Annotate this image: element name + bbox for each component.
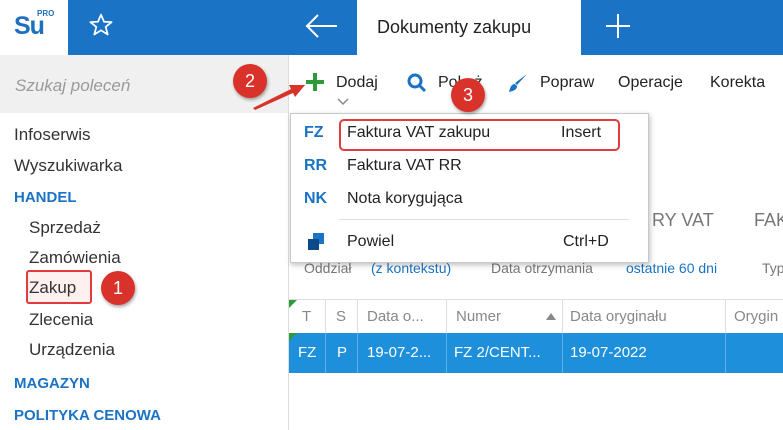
cell-number: FZ 2/CENT... — [454, 344, 541, 361]
tab-faktury[interactable]: FAK — [754, 210, 783, 231]
menu-item-nota-korygujaca[interactable]: NK Nota korygująca — [291, 185, 648, 215]
new-tab-plus-icon[interactable] — [604, 12, 632, 40]
logo-sup: PRO — [37, 9, 55, 18]
cell-orig-date: 19-07-2022 — [570, 344, 647, 361]
step-badge-3: 3 — [451, 78, 485, 112]
app-logo[interactable]: Su PRO — [0, 0, 68, 55]
menu-item-faktura-vat-rr[interactable]: RR Faktura VAT RR — [291, 152, 648, 182]
column-header-s[interactable]: S — [336, 308, 346, 325]
menu-code-nk: NK — [304, 190, 328, 207]
column-header-orig-date[interactable]: Data oryginału — [570, 308, 667, 325]
cell-type: FZ — [298, 344, 317, 361]
cell-date: 19-07-2... — [367, 344, 432, 361]
sidebar-item-infoserwis[interactable]: Infoserwis — [14, 125, 91, 145]
tab-dokumenty-zakupu[interactable]: Dokumenty zakupu — [357, 0, 581, 55]
menu-item-highlight — [339, 119, 620, 151]
column-header-number[interactable]: Numer — [456, 308, 501, 325]
filter-type-label: Typ — [762, 260, 783, 276]
sidebar-item-sprzedaz[interactable]: Sprzedaż — [29, 218, 101, 238]
sidebar: Szukaj poleceń — [0, 55, 289, 430]
menu-label-rr: Faktura VAT RR — [347, 157, 462, 174]
sidebar-item-zakup[interactable]: Zakup — [29, 278, 76, 298]
sidebar-item-zamowienia[interactable]: Zamówienia — [29, 248, 121, 268]
menu-label-powiel: Powiel — [347, 233, 395, 250]
sidebar-header-polityka-cenowa[interactable]: POLITYKA CENOWA — [14, 407, 161, 424]
correction-button[interactable]: Korekta — [710, 74, 765, 92]
favorite-star-icon[interactable] — [88, 12, 114, 38]
top-bar: Su PRO Dokumenty zakupu — [0, 0, 783, 55]
menu-code-rr: RR — [304, 157, 328, 174]
sidebar-item-zlecenia[interactable]: Zlecenia — [29, 310, 93, 330]
column-header-date[interactable]: Data o... — [367, 308, 424, 325]
sidebar-item-urzadzenia[interactable]: Urządzenia — [29, 340, 115, 360]
step-badge-1: 1 — [101, 271, 135, 305]
table-row[interactable]: FZ P 19-07-2... FZ 2/CENT... 19-07-2022 — [289, 333, 783, 373]
menu-item-powiel[interactable]: Powiel Ctrl+D — [291, 228, 648, 258]
tab-title: Dokumenty zakupu — [377, 17, 532, 37]
menu-code-fz: FZ — [304, 124, 324, 141]
column-header-t[interactable]: T — [302, 308, 311, 325]
menu-shortcut-ctrl-d: Ctrl+D — [563, 233, 609, 250]
brush-icon[interactable] — [507, 72, 529, 94]
chevron-down-icon[interactable] — [337, 98, 349, 106]
row-marker-icon — [289, 333, 297, 341]
menu-label-nk: Nota korygująca — [347, 190, 463, 207]
duplicate-icon — [308, 233, 324, 250]
sort-asc-icon[interactable] — [546, 313, 556, 320]
add-plus-icon[interactable] — [305, 72, 325, 92]
step-badge-2: 2 — [233, 64, 267, 98]
cell-status: P — [337, 344, 348, 361]
operations-button[interactable]: Operacje — [618, 74, 683, 92]
sidebar-header-handel[interactable]: HANDEL — [14, 189, 77, 206]
add-button[interactable]: Dodaj — [336, 74, 378, 92]
edit-button[interactable]: Popraw — [540, 74, 594, 92]
column-header-orig[interactable]: Orygin — [734, 308, 778, 325]
search-icon[interactable] — [407, 73, 427, 93]
sidebar-item-wyszukiwarka[interactable]: Wyszukiwarka — [14, 156, 122, 176]
search-placeholder: Szukaj poleceń — [15, 76, 131, 95]
tab-rejestry-vat[interactable]: RY VAT — [652, 210, 714, 231]
sidebar-header-magazyn[interactable]: MAGAZYN — [14, 375, 90, 392]
corner-marker-icon — [289, 300, 297, 308]
table-header: T S Data o... Numer Data oryginału Orygi… — [289, 299, 783, 335]
menu-separator — [339, 219, 629, 220]
back-arrow-icon[interactable] — [304, 12, 340, 40]
